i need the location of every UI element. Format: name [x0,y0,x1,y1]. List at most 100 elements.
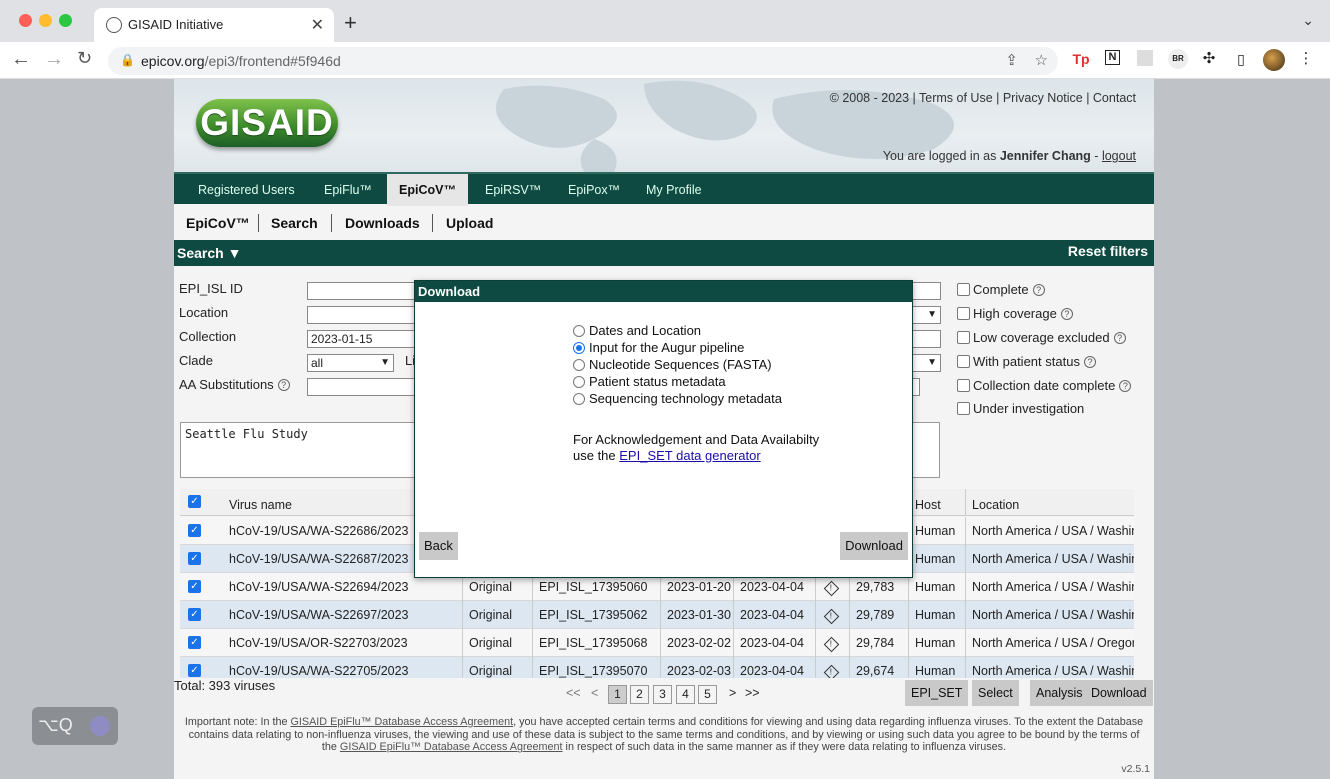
location-input[interactable] [307,306,417,324]
side-panel-icon[interactable]: ▯ [1232,50,1250,68]
profile-avatar[interactable] [1263,49,1285,71]
help-icon[interactable]: ? [1060,308,1073,320]
gisaid-logo[interactable]: GISAID [196,99,338,147]
radio-button-selected[interactable] [573,342,585,354]
low-coverage-excluded-checkbox[interactable] [957,331,970,344]
row-checkbox[interactable]: ✓ [188,552,201,565]
extension-br-icon[interactable]: BR [1168,49,1188,69]
table-row[interactable]: ✓ hCoV-19/USA/WA-S22705/2023 Original EPI_I… [180,657,1134,678]
column-virus-name[interactable]: Virus name [223,489,292,516]
download-button[interactable]: Download [1085,680,1153,706]
access-agreement-link-2[interactable]: GISAID EpiFlu™ Database Access Agreement [340,741,563,753]
browser-tab[interactable]: GISAID Initiative ✕ [94,8,334,42]
filter-input-right-1[interactable] [912,282,941,300]
help-icon[interactable]: ? [1113,332,1126,344]
filter-select-right-2[interactable]: ▼ [912,354,941,372]
select-button[interactable]: Select [972,680,1019,706]
notion-icon[interactable]: N [1105,50,1120,65]
puzzle-extensions-icon[interactable]: ✣ [1200,50,1218,68]
table-row[interactable]: ✓ hCoV-19/USA/WA-S22697/2023 Original EPI_I… [180,601,1134,629]
nav-epirsv[interactable]: EpiRSV™ [473,174,553,206]
details-icon[interactable]: ! [815,629,849,657]
analysis-button[interactable]: Analysis [1030,680,1089,706]
option-nucleotide-fasta[interactable]: Nucleotide Sequences (FASTA) [573,357,772,372]
tab-search-icon[interactable]: ⌄ [1302,12,1314,29]
column-location[interactable]: Location [965,489,1019,516]
subnav-epicov[interactable]: EpiCoV™ [186,215,250,231]
radio-button[interactable] [573,393,585,405]
search-toggle[interactable]: Search ▼ [177,245,241,261]
table-row[interactable]: ✓ hCoV-19/USA/OR-S22703/2023 Original EPI_I… [180,629,1134,657]
details-icon[interactable]: ! [815,601,849,629]
reset-filters-button[interactable]: Reset filters [1068,243,1148,259]
first-page-link[interactable]: << [566,686,581,700]
filter-select-right-1[interactable]: ▼ [912,306,941,324]
new-tab-button[interactable]: + [344,10,357,36]
last-page-link[interactable]: >> [745,686,760,700]
clade-select[interactable]: all ▼ [307,354,394,372]
select-all-checkbox[interactable]: ✓ [188,495,201,508]
close-tab-icon[interactable]: ✕ [311,15,324,35]
epi-isl-input[interactable] [307,282,417,300]
row-checkbox[interactable]: ✓ [188,608,201,621]
nav-epicov[interactable]: EpiCoV™ [387,174,468,206]
radio-button[interactable] [573,325,585,337]
next-page-link[interactable]: > [729,686,736,700]
page-5[interactable]: 5 [698,685,717,704]
share-icon[interactable]: ⇪ [1005,51,1018,69]
nav-epipox[interactable]: EpiPox™ [556,174,632,206]
option-sequencing-technology[interactable]: Sequencing technology metadata [573,391,782,406]
filter-input-right-2[interactable] [912,330,941,348]
extension-grid-icon[interactable] [1137,50,1153,66]
subnav-downloads[interactable]: Downloads [345,215,420,231]
voice-icon[interactable] [90,716,110,736]
help-icon[interactable]: ? [1032,284,1045,296]
page-3[interactable]: 3 [653,685,672,704]
keyboard-shortcut-widget[interactable]: ⌥Q [32,707,118,745]
footer-links[interactable]: © 2008 - 2023 | Terms of Use | Privacy N… [830,91,1136,105]
back-button[interactable]: Back [419,532,458,560]
nav-registered-users[interactable]: Registered Users [186,174,307,206]
bookmark-star-icon[interactable]: ☆ [1035,51,1048,69]
logout-link[interactable]: logout [1102,149,1136,163]
details-icon[interactable]: ! [815,657,849,678]
collection-date-complete-checkbox[interactable] [957,379,970,392]
minimize-window-button[interactable] [39,14,52,27]
row-checkbox[interactable]: ✓ [188,664,201,677]
radio-button[interactable] [573,359,585,371]
page-1[interactable]: 1 [608,685,627,704]
row-checkbox[interactable]: ✓ [188,636,201,649]
epi-set-generator-link[interactable]: EPI_SET data generator [619,448,760,463]
complete-checkbox[interactable] [957,283,970,296]
epi-set-button[interactable]: EPI_SET [905,680,969,706]
high-coverage-checkbox[interactable] [957,307,970,320]
reload-icon[interactable]: ↻ [77,48,92,69]
row-checkbox[interactable]: ✓ [188,524,201,537]
close-window-button[interactable] [19,14,32,27]
extension-tp-icon[interactable]: Tp [1072,50,1090,68]
page-2[interactable]: 2 [630,685,649,704]
menu-kebab-icon[interactable]: ⋮ [1297,50,1315,68]
option-patient-status[interactable]: Patient status metadata [573,374,726,389]
option-dates-location[interactable]: Dates and Location [573,323,701,338]
under-investigation-checkbox[interactable] [957,402,970,415]
page-4[interactable]: 4 [676,685,695,704]
help-icon[interactable]: ? [277,379,290,391]
maximize-window-button[interactable] [59,14,72,27]
access-agreement-link[interactable]: GISAID EpiFlu™ Database Access Agreement [290,716,513,728]
patient-status-checkbox[interactable] [957,355,970,368]
back-arrow-icon[interactable]: ← [11,48,31,71]
aa-substitutions-input[interactable] [307,378,417,396]
help-icon[interactable]: ? [1119,380,1132,392]
nav-my-profile[interactable]: My Profile [634,174,714,206]
option-augur-pipeline[interactable]: Input for the Augur pipeline [573,340,744,355]
dialog-download-button[interactable]: Download [840,532,908,560]
row-checkbox[interactable]: ✓ [188,580,201,593]
help-icon[interactable]: ? [1083,356,1096,368]
subnav-search[interactable]: Search [271,215,318,231]
forward-arrow-icon[interactable]: → [44,48,64,71]
filter-input-right-3[interactable] [912,378,920,396]
prev-page-link[interactable]: < [591,686,598,700]
collection-from-input[interactable]: 2023-01-15 [307,330,417,348]
address-bar[interactable]: 🔒 epicov.org/epi3/frontend#5f946d ⇪ ☆ [108,47,1058,75]
